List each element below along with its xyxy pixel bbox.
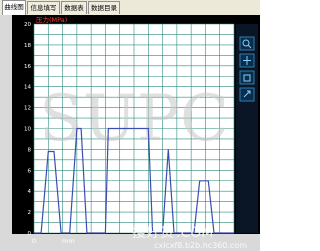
y-tick-label: 6 <box>28 168 32 174</box>
y-tick-label: 14 <box>24 85 31 91</box>
watermark-site-name: 搜好货 <box>132 224 174 241</box>
y-tick-label: 18 <box>24 43 31 49</box>
watermark-footer: cxlcxf8.b2b.hc360.com <box>154 241 247 250</box>
y-tick-label: 4 <box>28 189 32 195</box>
y-tick-label: 20 <box>24 22 31 28</box>
watermark-brand: SUPC <box>39 82 229 156</box>
y-tick-label: 8 <box>28 147 32 153</box>
y-tick-label: 12 <box>24 106 31 112</box>
y-tick-label: 0 <box>28 231 32 237</box>
y-axis-label: 压力(MPa) <box>36 15 67 24</box>
y-tick-label: 2 <box>28 210 32 216</box>
pan-icon[interactable] <box>239 53 255 68</box>
reset-icon[interactable] <box>239 70 255 85</box>
zoom-icon[interactable] <box>239 36 255 51</box>
x-axis-label: mm <box>62 237 75 245</box>
x-tick-label: 0 <box>32 237 36 245</box>
pressure-chart: 02468101214161820 压力(MPa) SUPC 0 mm 搜好货 … <box>12 15 260 250</box>
export-icon[interactable] <box>239 87 255 102</box>
y-tick-label: 10 <box>24 127 31 133</box>
y-tick-label: 16 <box>24 64 31 70</box>
watermark-site-domain: .COM <box>176 225 213 241</box>
